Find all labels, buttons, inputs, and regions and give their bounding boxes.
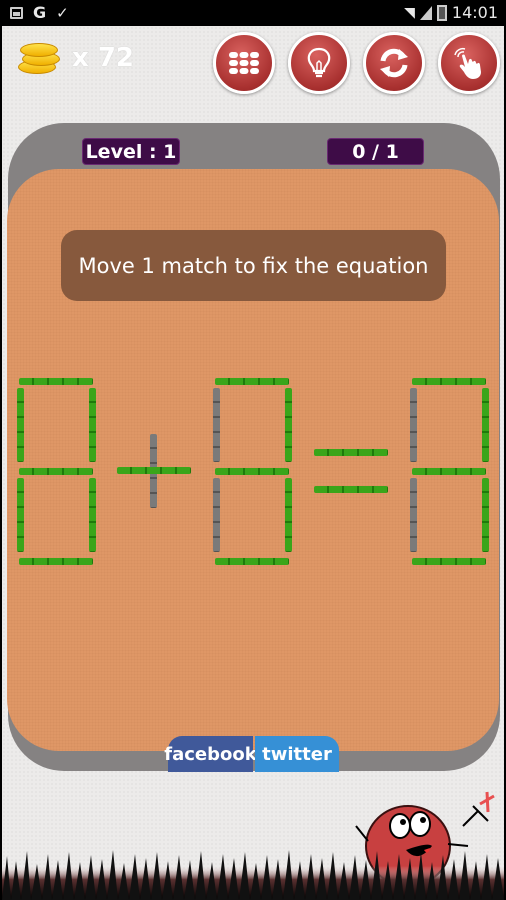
coin-stack-icon [16, 40, 62, 76]
match-stick[interactable] [482, 388, 489, 462]
match-stick[interactable] [19, 558, 93, 565]
match-stick[interactable] [410, 478, 417, 552]
match-stick[interactable] [410, 388, 417, 462]
match-stick[interactable] [19, 468, 93, 475]
tap-button[interactable] [438, 32, 500, 94]
match-stick[interactable] [117, 467, 191, 474]
match-stick[interactable] [89, 388, 96, 462]
match-stick[interactable] [215, 558, 289, 565]
match-stick[interactable] [412, 378, 486, 385]
lightbulb-icon [307, 47, 331, 78]
social-share: facebook twitter [164, 736, 339, 772]
signal-icon [419, 5, 432, 20]
wifi-icon: ◥ [404, 4, 415, 21]
facebook-button[interactable]: facebook [164, 736, 257, 772]
level-indicator: Level : 1 [82, 138, 180, 165]
progress-indicator: 0 / 1 [327, 138, 424, 165]
match-stick[interactable] [215, 468, 289, 475]
match-stick[interactable] [412, 558, 486, 565]
match-stick[interactable] [412, 468, 486, 475]
restart-button[interactable] [363, 32, 425, 94]
clock: 14:01 [451, 3, 498, 22]
match-stick[interactable] [19, 378, 93, 385]
match-stick[interactable] [314, 486, 388, 493]
match-stick[interactable] [17, 478, 24, 552]
grass-decoration [2, 850, 504, 900]
match-stick[interactable] [215, 378, 289, 385]
status-bar: G ✓ ◥ 14:01 [0, 0, 506, 25]
match-stick[interactable] [285, 478, 292, 552]
levels-button[interactable] [213, 32, 275, 94]
match-stick[interactable] [89, 478, 96, 552]
game-screen: x 72 Level : 1 0 / 1 Move 1 match to fix… [2, 26, 504, 900]
match-stick[interactable] [213, 478, 220, 552]
match-stick[interactable] [213, 388, 220, 462]
match-stick[interactable] [285, 388, 292, 462]
coin-count: x 72 [72, 43, 135, 73]
hint-button[interactable] [288, 32, 350, 94]
twitter-button[interactable]: twitter [255, 736, 339, 772]
image-icon [10, 6, 23, 19]
refresh-icon [380, 48, 408, 78]
battery-charging-icon [436, 4, 447, 21]
match-stick[interactable] [482, 478, 489, 552]
coin-counter: x 72 [16, 40, 134, 76]
instruction-banner: Move 1 match to fix the equation [61, 230, 446, 301]
google-icon: G [33, 3, 47, 22]
grid-icon [229, 52, 259, 74]
checkbox-icon: ✓ [56, 3, 69, 22]
hand-tap-icon [454, 47, 481, 79]
match-stick[interactable] [314, 449, 388, 456]
match-stick[interactable] [17, 388, 24, 462]
